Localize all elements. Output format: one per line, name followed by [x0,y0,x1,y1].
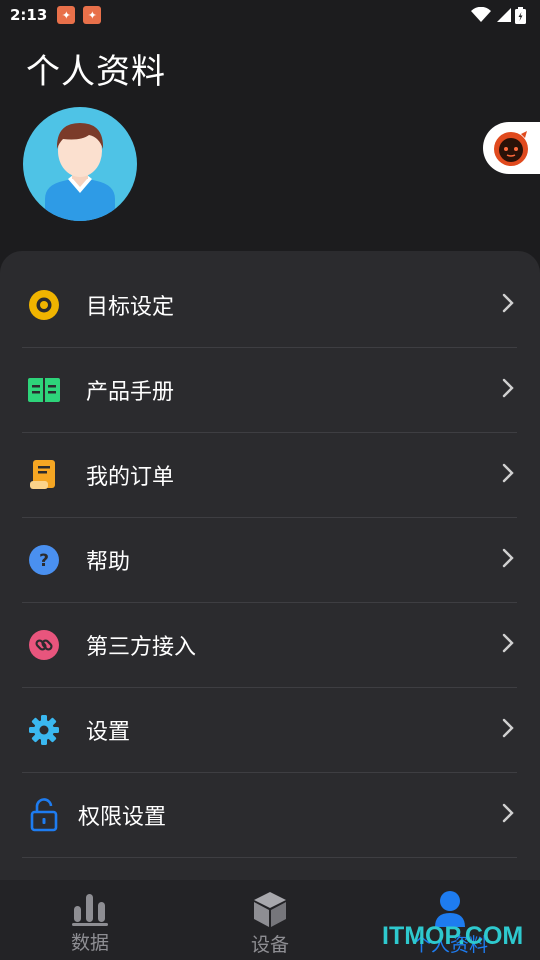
help-icon: ? [22,538,66,582]
wifi-icon [471,7,491,22]
chevron-right-icon [501,547,515,573]
mascot-icon [494,131,528,166]
order-icon [22,453,66,497]
menu-item-third-party[interactable]: 第三方接入 [22,603,517,688]
chevron-right-icon [501,377,515,403]
bar-chart-icon [72,894,108,926]
nav-item-devices[interactable]: 设备 [180,880,360,960]
cube-icon [254,892,286,927]
svg-text:?: ? [39,551,49,571]
signal-icon [497,8,511,22]
menu-item-manual[interactable]: 产品手册 [22,348,517,433]
book-icon [22,368,66,412]
notification-icon: ✦ [83,6,102,24]
chevron-right-icon [501,632,515,658]
watermark: ITMOP.COM [382,922,524,950]
status-bar: 2:13 ✦ ✦ [0,0,540,30]
chevron-right-icon [501,717,515,743]
nav-item-data[interactable]: 数据 [0,880,180,960]
menu-item-label: 帮助 [86,550,131,575]
notification-icon: ✦ [57,6,76,24]
menu-item-label: 目标设定 [86,295,175,320]
link-icon [22,623,66,667]
menu-item-label: 产品手册 [86,380,175,405]
gear-icon [22,708,66,752]
menu-item-permissions[interactable]: 权限设置 [22,773,517,858]
menu-item-label: 第三方接入 [86,635,197,660]
menu-item-label: 我的订单 [86,465,175,490]
menu-item-help[interactable]: ? 帮助 [22,518,517,603]
nav-label: 设备 [250,934,289,956]
menu-card: 目标设定 产品手册 我的订单 ? 帮助 第三方接入 设置 权限设置 [0,251,540,891]
battery-icon [515,6,526,24]
chevron-right-icon [501,292,515,318]
chevron-right-icon [501,462,515,488]
menu-item-label: 设置 [86,720,131,745]
unlock-icon [22,793,66,837]
mascot-badge[interactable] [483,122,540,174]
menu-item-orders[interactable]: 我的订单 [22,433,517,518]
target-icon [22,283,66,327]
menu-item-label: 权限设置 [78,805,167,830]
chevron-right-icon [501,802,515,828]
avatar[interactable] [23,107,137,221]
status-time: 2:13 [10,6,48,24]
menu-item-settings[interactable]: 设置 [22,688,517,773]
nav-label: 数据 [70,932,109,954]
page-title: 个人资料 [26,52,166,92]
menu-item-target[interactable]: 目标设定 [22,263,517,348]
